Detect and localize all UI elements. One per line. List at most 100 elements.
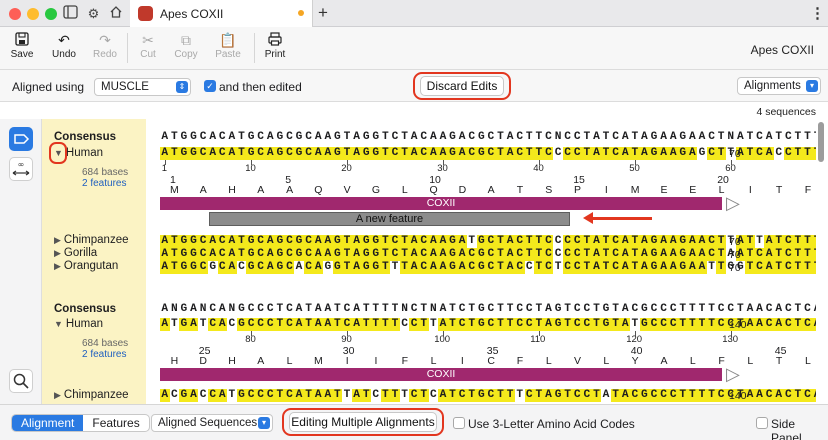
base[interactable]: G (332, 261, 343, 274)
base[interactable]: A (294, 389, 304, 402)
base[interactable]: T (716, 131, 726, 144)
base[interactable]: C (208, 303, 218, 316)
base[interactable]: C (217, 235, 228, 248)
base[interactable]: G (179, 235, 189, 248)
base[interactable]: C (486, 261, 496, 274)
base[interactable]: A (438, 131, 448, 144)
base[interactable]: A (428, 147, 439, 160)
base[interactable]: C (419, 261, 429, 274)
base[interactable]: C (706, 248, 717, 261)
base[interactable]: C (217, 147, 228, 160)
zoom-fit-button[interactable]: ∞ (9, 157, 33, 181)
base[interactable]: A (438, 147, 448, 160)
base[interactable]: T (802, 261, 813, 274)
base[interactable]: G (678, 248, 688, 261)
base[interactable]: C (467, 261, 477, 274)
base[interactable]: A (639, 248, 650, 261)
disclosure-closed-icon[interactable]: ▶ (54, 248, 61, 258)
base[interactable]: C (284, 261, 295, 274)
base[interactable]: C (543, 147, 554, 160)
base[interactable]: C (419, 235, 429, 248)
base[interactable]: C (649, 303, 659, 316)
base[interactable]: C (515, 303, 525, 316)
chimpanzee-row-name[interactable]: ▶ Chimpanzee (54, 389, 129, 401)
base[interactable]: T (582, 235, 592, 248)
base[interactable]: T (678, 389, 688, 402)
base[interactable]: N (726, 131, 736, 144)
base[interactable]: C (255, 235, 266, 248)
base[interactable]: A (755, 303, 765, 316)
base[interactable]: C (573, 303, 583, 316)
base[interactable]: C (256, 131, 266, 144)
base[interactable]: C (658, 389, 669, 402)
base[interactable]: G (294, 147, 304, 160)
base[interactable]: T (812, 131, 816, 144)
base[interactable]: C (486, 235, 496, 248)
base[interactable]: T (592, 303, 602, 316)
base[interactable]: T (793, 261, 803, 274)
base[interactable]: A (697, 261, 707, 274)
base[interactable]: A (668, 147, 679, 160)
base[interactable]: C (783, 235, 794, 248)
base[interactable]: G (476, 389, 487, 402)
base[interactable]: A (687, 261, 698, 274)
base[interactable]: C (486, 248, 496, 261)
base[interactable]: A (658, 235, 669, 248)
base[interactable]: G (553, 303, 563, 316)
redo-button[interactable]: ↷ Redo (91, 31, 119, 60)
base[interactable]: A (438, 389, 448, 402)
base[interactable]: C (303, 235, 314, 248)
base[interactable]: T (505, 303, 515, 316)
base[interactable]: T (495, 235, 506, 248)
base[interactable]: T (169, 261, 180, 274)
base[interactable]: C (198, 235, 208, 248)
base[interactable]: T (745, 235, 755, 248)
base[interactable]: C (707, 131, 717, 144)
find-button[interactable] (9, 369, 33, 393)
base[interactable]: T (601, 261, 611, 274)
chimpanzee-sequence[interactable]: ACGACCATGCCCTCATAATTATCTTTCTCATCTGCTTTCT… (160, 389, 816, 402)
base[interactable]: G (476, 318, 487, 331)
base[interactable]: G (246, 131, 256, 144)
base[interactable]: C (266, 303, 276, 316)
base[interactable]: A (438, 318, 448, 331)
base[interactable]: G (246, 261, 256, 274)
base[interactable]: G (207, 261, 218, 274)
base[interactable]: C (409, 389, 420, 402)
base[interactable]: A (313, 235, 324, 248)
base[interactable]: C (265, 389, 276, 402)
base[interactable]: T (390, 303, 400, 316)
base[interactable]: T (505, 389, 515, 402)
base[interactable]: C (486, 131, 496, 144)
base[interactable]: A (351, 389, 362, 402)
base[interactable]: C (255, 389, 266, 402)
base[interactable]: T (332, 318, 343, 331)
human-row-name[interactable]: ▼ Human (54, 318, 103, 330)
base[interactable]: T (380, 389, 391, 402)
base[interactable]: A (323, 147, 333, 160)
base[interactable]: G (332, 248, 343, 261)
base[interactable]: C (409, 303, 419, 316)
base[interactable]: A (774, 303, 784, 316)
base[interactable]: T (399, 248, 410, 261)
base[interactable]: T (495, 389, 506, 402)
base[interactable]: A (639, 147, 650, 160)
base[interactable]: G (371, 131, 381, 144)
base[interactable]: T (400, 131, 410, 144)
base[interactable]: A (351, 318, 362, 331)
base[interactable]: T (553, 261, 563, 274)
base[interactable]: T (803, 131, 813, 144)
base[interactable]: T (630, 235, 640, 248)
base[interactable]: C (572, 147, 583, 160)
sequences-select[interactable]: Aligned Sequences ▾ (151, 414, 273, 432)
base[interactable]: A (764, 131, 774, 144)
base[interactable]: G (371, 147, 381, 160)
base[interactable]: T (591, 389, 602, 402)
base[interactable]: A (505, 147, 515, 160)
base[interactable]: T (399, 261, 410, 274)
close-window-button[interactable] (9, 8, 21, 20)
base[interactable]: T (534, 248, 544, 261)
base[interactable]: T (601, 147, 611, 160)
base[interactable]: A (591, 248, 602, 261)
base[interactable]: T (582, 261, 592, 274)
